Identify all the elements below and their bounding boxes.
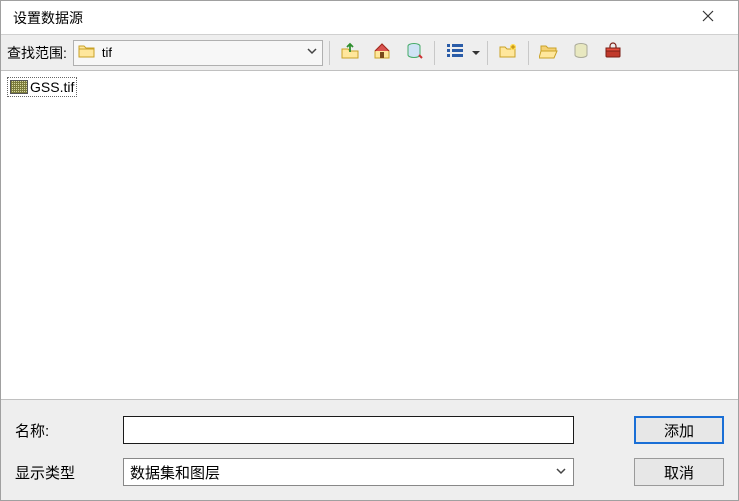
list-item[interactable]: GSS.tif	[7, 77, 77, 97]
look-in-value: tif	[102, 45, 306, 60]
titlebar: 设置数据源	[1, 1, 738, 35]
file-list: GSS.tif	[3, 73, 736, 397]
type-value: 数据集和图层	[130, 462, 220, 483]
new-geodatabase-button[interactable]	[567, 39, 595, 67]
separator	[329, 41, 330, 65]
add-button[interactable]: 添加	[634, 416, 724, 444]
new-geodatabase-icon	[571, 41, 591, 64]
up-one-level-icon	[340, 41, 360, 64]
add-button-label: 添加	[664, 420, 694, 441]
type-dropdown[interactable]: 数据集和图层	[123, 458, 574, 486]
cancel-button-label: 取消	[664, 462, 694, 483]
close-icon	[702, 10, 714, 25]
separator	[487, 41, 488, 65]
toolbar: 查找范围: tif	[1, 35, 738, 71]
file-list-pane[interactable]: GSS.tif	[1, 71, 738, 399]
look-in-label: 查找范围:	[7, 43, 67, 63]
new-folder-button[interactable]	[494, 39, 522, 67]
connect-database-button[interactable]	[400, 39, 428, 67]
up-one-level-button[interactable]	[336, 39, 364, 67]
list-view-dropdown[interactable]	[471, 39, 481, 67]
file-name: GSS.tif	[30, 79, 74, 95]
separator	[434, 41, 435, 65]
home-icon	[372, 41, 392, 64]
connect-database-icon	[404, 41, 424, 64]
bottom-panel: 名称: 添加 显示类型 数据集和图层 取消	[1, 399, 738, 500]
name-label: 名称:	[15, 420, 123, 441]
home-button[interactable]	[368, 39, 396, 67]
window-title: 设置数据源	[13, 8, 83, 28]
chevron-down-icon	[306, 45, 318, 60]
list-view-icon	[445, 41, 465, 64]
new-folder-icon	[498, 41, 518, 64]
chevron-down-icon	[555, 465, 567, 480]
list-view-button[interactable]	[441, 39, 469, 67]
raster-file-icon	[10, 80, 28, 94]
name-input[interactable]	[123, 416, 574, 444]
dialog-window: 设置数据源 查找范围: tif	[0, 0, 739, 501]
toolbox-icon	[603, 41, 623, 64]
caret-down-icon	[472, 45, 480, 60]
open-folder-icon	[539, 41, 559, 64]
close-button[interactable]	[688, 1, 728, 34]
type-label: 显示类型	[15, 462, 123, 483]
cancel-button[interactable]: 取消	[634, 458, 724, 486]
look-in-dropdown[interactable]: tif	[73, 40, 323, 66]
toolbox-button[interactable]	[599, 39, 627, 67]
separator	[528, 41, 529, 65]
open-folder-button[interactable]	[535, 39, 563, 67]
folder-icon	[78, 43, 96, 62]
